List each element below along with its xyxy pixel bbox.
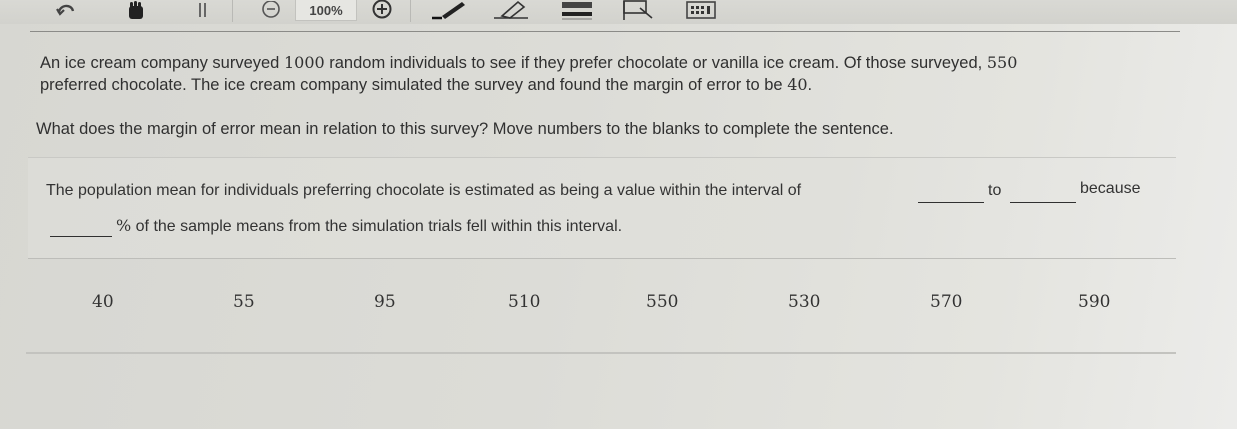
- sentence-part2-text: of the sample means from the simulation …: [131, 218, 623, 235]
- flag-icon[interactable]: [618, 0, 662, 22]
- instruction-text: What does the margin of error mean in re…: [36, 120, 894, 138]
- sentence-panel: The population mean for individuals pref…: [28, 157, 1176, 259]
- number-chip[interactable]: 40: [92, 292, 114, 312]
- undo-icon[interactable]: [52, 0, 80, 22]
- zoom-out-icon[interactable]: [258, 0, 284, 22]
- percent-sign: %: [116, 216, 132, 235]
- number-chip[interactable]: 590: [1078, 292, 1110, 312]
- question-text: An ice cream company surveyed 1000 rando…: [40, 52, 1180, 96]
- sentence-because: because: [1080, 180, 1141, 197]
- margin-of-error-value: 40: [787, 75, 808, 94]
- number-chip[interactable]: 530: [788, 292, 820, 312]
- highlighter-icon[interactable]: [558, 0, 598, 22]
- blank-lower-bound[interactable]: [918, 202, 984, 203]
- number-chip[interactable]: 55: [233, 292, 255, 312]
- blank-upper-bound[interactable]: [1010, 202, 1076, 203]
- number-chip[interactable]: 550: [646, 292, 678, 312]
- sentence-to: to: [988, 182, 1002, 199]
- pen-icon[interactable]: [428, 0, 468, 22]
- blank-percent[interactable]: [50, 236, 112, 237]
- question-line2-end: .: [807, 76, 813, 94]
- surveyed-count: 1000: [283, 53, 325, 72]
- question-line1-end: random individuals to see if they prefer…: [324, 54, 987, 72]
- number-bank: 40 55 95 510 550 530 570 590: [26, 268, 1176, 354]
- question-line1-start: An ice cream company surveyed: [40, 54, 284, 72]
- eraser-icon[interactable]: [490, 0, 534, 22]
- zoom-level: 100%: [295, 0, 357, 21]
- hand-icon[interactable]: [122, 0, 150, 22]
- chocolate-count: 550: [986, 53, 1018, 72]
- number-chip[interactable]: 570: [930, 292, 962, 312]
- toolbar-divider: [30, 31, 1180, 32]
- zoom-in-icon[interactable]: [367, 0, 397, 22]
- toolbar: 100%: [0, 0, 1237, 24]
- number-chip[interactable]: 510: [508, 292, 540, 312]
- number-chip[interactable]: 95: [374, 292, 396, 312]
- pause-icon[interactable]: [193, 0, 213, 22]
- calculator-icon[interactable]: [685, 0, 717, 22]
- sentence-part2: % of the sample means from the simulatio…: [116, 216, 622, 236]
- sentence-part1: The population mean for individuals pref…: [46, 182, 802, 199]
- question-line2-start: preferred chocolate. The ice cream compa…: [40, 76, 788, 94]
